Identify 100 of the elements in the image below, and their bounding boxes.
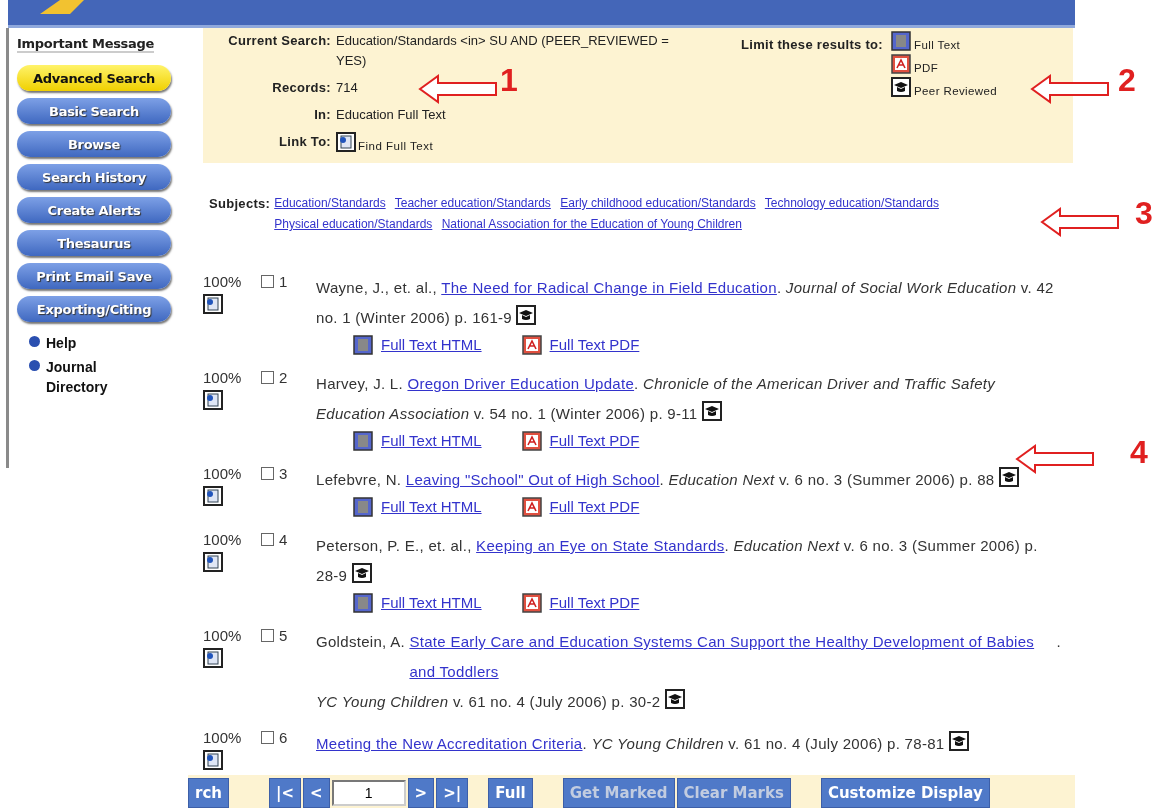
article-title-link[interactable]: Oregon Driver Education Update bbox=[407, 375, 635, 392]
citation: Goldstein, A. State Early Care and Education Systems Can Support the Healthy Development of Babies and Toddlers . YC Young Children v. 61 no. 4 (July 2006) p. 30-2 bbox=[316, 627, 1064, 717]
checkbox[interactable] bbox=[261, 467, 274, 480]
nav-button[interactable]: Search History bbox=[17, 164, 171, 190]
bullet-icon bbox=[29, 360, 40, 371]
sidebar-link[interactable]: Journal Directory bbox=[46, 357, 136, 397]
document-icon[interactable] bbox=[203, 750, 223, 770]
article-title-link[interactable]: Meeting the New Accreditation Criteria bbox=[316, 735, 583, 752]
arrow-icon bbox=[1030, 74, 1110, 104]
relevance-score: 100% bbox=[203, 273, 243, 290]
graduation-cap-icon bbox=[948, 731, 969, 751]
subject-link[interactable]: Teacher education/Standards bbox=[394, 196, 551, 210]
logo-icon bbox=[40, 0, 84, 14]
citation: Meeting the New Accreditation Criteria. YC Young Children v. 61 no. 4 (July 2006) p. 78-81 bbox=[316, 729, 1064, 759]
toolbar-button[interactable]: < bbox=[303, 778, 330, 808]
limit-label: Limit these results to: bbox=[741, 36, 883, 54]
relevance-score: 100% bbox=[203, 627, 243, 644]
page-icon[interactable] bbox=[353, 431, 373, 451]
pdf-icon[interactable] bbox=[521, 431, 542, 451]
result-number: 6 bbox=[279, 729, 288, 746]
page-field[interactable]: 1 bbox=[331, 780, 406, 806]
full-text-link[interactable]: Full Text PDF bbox=[549, 429, 640, 453]
full-text-link[interactable]: Full Text HTML bbox=[381, 495, 482, 519]
result-number: 3 bbox=[279, 465, 288, 482]
document-icon[interactable] bbox=[203, 648, 223, 668]
subject-link[interactable]: National Association for the Education of Young Children bbox=[441, 217, 742, 231]
nav-button[interactable]: Basic Search bbox=[17, 98, 171, 124]
toolbar-button[interactable]: Full bbox=[488, 778, 533, 808]
toolbar-button[interactable]: |< bbox=[268, 778, 301, 808]
toolbar-button[interactable]: > bbox=[407, 778, 435, 808]
page-icon[interactable] bbox=[353, 593, 373, 613]
graduation-cap-icon bbox=[516, 305, 537, 325]
document-icon[interactable] bbox=[203, 390, 223, 410]
important-message-link[interactable]: Important Message bbox=[17, 36, 155, 53]
nav-button[interactable]: Create Alerts bbox=[17, 197, 171, 223]
citation: Harvey, J. L. Oregon Driver Education Update. Chronicle of the American Driver and Traffic Safety Education Association v. 54 no. 1 (Winter 2006) p. 9-11 bbox=[316, 374, 997, 424]
nav-button[interactable]: Advanced Search bbox=[17, 65, 171, 91]
article-title-link[interactable]: Leaving "School" Out of High School bbox=[405, 471, 660, 488]
citation: Peterson, P. E., et. al., Keeping an Eye on State Standards. Education Next v. 6 no. 3 (Summer 2006) p. 28-9 bbox=[316, 536, 1039, 586]
toolbar-button[interactable]: rch bbox=[188, 778, 229, 808]
full-text-link[interactable]: Full Text HTML bbox=[381, 333, 482, 357]
result-number: 5 bbox=[279, 627, 288, 644]
document-icon[interactable] bbox=[203, 486, 223, 506]
article-title-link[interactable]: State Early Care and Education Systems Can Support the Healthy Development of Babies and Toddlers bbox=[409, 627, 1057, 687]
document-icon[interactable] bbox=[336, 132, 356, 152]
relevance-score: 100% bbox=[203, 465, 243, 482]
relevance-score: 100% bbox=[203, 531, 243, 548]
nav-button[interactable]: Browse bbox=[17, 131, 171, 157]
subject-link[interactable]: Early childhood education/Standards bbox=[560, 196, 756, 210]
checkbox[interactable] bbox=[261, 731, 274, 744]
checkbox[interactable] bbox=[261, 275, 274, 288]
field-label: In: bbox=[314, 106, 331, 124]
pdf-icon[interactable] bbox=[521, 593, 542, 613]
article-title-link[interactable]: Keeping an Eye on State Standards bbox=[476, 537, 725, 554]
subject-link[interactable]: Education/Standards bbox=[274, 196, 386, 210]
article-title-link[interactable]: The Need for Radical Change in Field Education bbox=[441, 279, 777, 296]
subject-link[interactable]: Technology education/Standards bbox=[764, 196, 939, 210]
result-number: 4 bbox=[279, 531, 288, 548]
checkbox[interactable] bbox=[261, 629, 274, 642]
checkbox[interactable] bbox=[261, 533, 274, 546]
nav-button[interactable]: Print Email Save bbox=[17, 263, 171, 289]
full-text-link[interactable]: Full Text PDF bbox=[549, 333, 640, 357]
document-icon[interactable] bbox=[203, 552, 223, 572]
page-icon[interactable] bbox=[353, 335, 373, 355]
toolbar-button[interactable]: Customize Display bbox=[820, 778, 990, 808]
field-value: Education Full Text bbox=[336, 106, 446, 124]
relevance-score: 100% bbox=[203, 369, 243, 386]
document-icon[interactable] bbox=[203, 294, 223, 314]
result-number: 2 bbox=[279, 369, 288, 386]
full-text-link[interactable]: Full Text HTML bbox=[381, 591, 482, 615]
subject-link[interactable]: Physical education/Standards bbox=[274, 217, 433, 231]
arrow-icon bbox=[1015, 444, 1095, 474]
pdf-icon[interactable] bbox=[891, 54, 911, 74]
checkbox[interactable] bbox=[261, 371, 274, 384]
graduation-cap-icon bbox=[701, 401, 722, 421]
toolbar-button[interactable]: >| bbox=[436, 778, 469, 808]
annotation-number: 4 bbox=[1130, 434, 1148, 471]
nav-button[interactable]: Thesaurus bbox=[17, 230, 171, 256]
nav-button[interactable]: Exporting/Citing bbox=[17, 296, 171, 322]
result-number: 1 bbox=[279, 273, 288, 290]
sidebar-link[interactable]: Help bbox=[46, 333, 136, 353]
page-icon[interactable] bbox=[353, 497, 373, 517]
field-value: 714 bbox=[336, 79, 358, 97]
field-label: Current Search: bbox=[228, 32, 331, 50]
graduation-cap-icon bbox=[664, 689, 685, 709]
full-text-link[interactable]: Full Text PDF bbox=[549, 495, 640, 519]
bullet-icon bbox=[29, 336, 40, 347]
relevance-score: 100% bbox=[203, 729, 243, 746]
annotation-number: 2 bbox=[1118, 62, 1136, 99]
limit-option[interactable]: Peer Reviewed bbox=[914, 85, 998, 97]
find-full-text-link[interactable]: Find Full Text bbox=[358, 140, 434, 152]
graduation-cap-icon bbox=[351, 563, 372, 583]
full-text-link[interactable]: Full Text HTML bbox=[381, 429, 482, 453]
graduation-cap-icon bbox=[891, 77, 911, 97]
pdf-icon[interactable] bbox=[521, 497, 542, 517]
full-text-link[interactable]: Full Text PDF bbox=[549, 591, 640, 615]
arrow-icon bbox=[1040, 207, 1120, 237]
limit-option[interactable]: PDF bbox=[914, 62, 939, 74]
pdf-icon[interactable] bbox=[521, 335, 542, 355]
limit-option[interactable]: Full Text bbox=[914, 39, 961, 51]
